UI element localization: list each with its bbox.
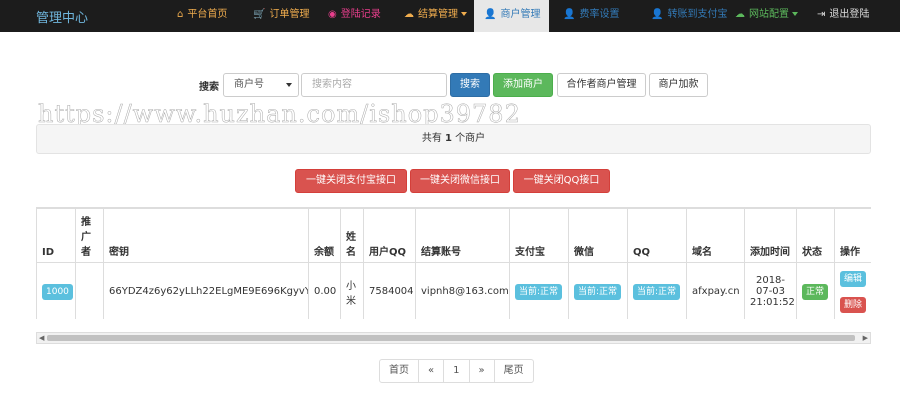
page-number[interactable]: 1: [443, 359, 470, 383]
user-icon: 👤: [484, 9, 497, 20]
edit-button[interactable]: 编辑: [840, 270, 867, 287]
count-prefix: 共有: [421, 133, 446, 144]
nav-item-5[interactable]: 👤 商户管理: [474, 0, 549, 32]
col-domain: 域名: [686, 208, 745, 263]
table-row: 1000 66YDZ4z6y62yLLh22ELgME9E696KgyvY 0.…: [36, 262, 871, 319]
nav-item-label: 费率设置: [579, 9, 620, 20]
scroll-left-icon[interactable]: ◀: [39, 334, 44, 342]
col-id: ID: [36, 208, 76, 263]
wechat-status-badge[interactable]: 当前:正常: [574, 283, 622, 300]
nav-item-label: 网站配置: [749, 9, 789, 20]
search-label: 搜索: [199, 82, 219, 93]
nav-item-6[interactable]: 👤 费率设置: [563, 0, 619, 32]
scroll-right-icon[interactable]: ▶: [863, 334, 868, 342]
merchant-id-badge[interactable]: 1000: [42, 283, 73, 300]
user-icon: 👤: [651, 9, 664, 20]
delete-button[interactable]: 删除: [840, 296, 867, 313]
col-qq: QQ: [627, 208, 687, 263]
qq-status-badge[interactable]: 当前:正常: [633, 283, 681, 300]
nav-item-8[interactable]: ☁ 网站配置: [735, 0, 798, 32]
nav-item-label: 结算管理: [418, 9, 458, 20]
promoter-cell: [75, 262, 104, 319]
count-suffix: 个商户: [451, 133, 486, 144]
merchant-count-panel: 共有 1 个商户: [36, 124, 871, 154]
close-qq-button[interactable]: 一键关闭QQ接口: [513, 169, 610, 193]
nav-item-4[interactable]: ☁ 结算管理: [404, 0, 467, 32]
col-wechat: 微信: [568, 208, 628, 263]
alipay-status-badge[interactable]: 当前:正常: [515, 283, 563, 300]
nav-item-label: 商户管理: [500, 9, 541, 20]
page-last[interactable]: 尾页: [493, 359, 534, 383]
nav-item-label: 平台首页: [187, 9, 228, 20]
pagination: 首页 « 1 » 尾页: [379, 359, 534, 383]
status-badge[interactable]: 正常: [802, 283, 829, 300]
col-status: 状态: [796, 208, 835, 263]
merchant-count: 1: [445, 133, 452, 144]
caret-down-icon: [461, 12, 467, 16]
domain-cell: afxpay.cn: [686, 262, 745, 319]
page-first[interactable]: 首页: [379, 359, 419, 383]
col-key: 密钥: [103, 208, 309, 263]
brand-title[interactable]: 管理中心: [36, 7, 88, 26]
key-cell: 66YDZ4z6y62yLLh22ELgME9E696KgyvY: [103, 262, 309, 319]
col-alipay: 支付宝: [509, 208, 569, 263]
nav-item-9[interactable]: ⇥ 退出登陆: [817, 0, 869, 32]
col-account: 结算账号: [415, 208, 510, 263]
merchant-table-container: ID 推广者 密钥 余额 姓名 用户QQ 结算账号 支付宝 微信 QQ 域名 添…: [36, 207, 871, 319]
close-wechat-button[interactable]: 一键关闭微信接口: [410, 169, 510, 193]
cart-icon: 🛒: [253, 9, 266, 20]
nav-item-label: 订单管理: [269, 9, 310, 20]
partner-merchant-button[interactable]: 合作者商户管理: [557, 73, 646, 97]
page-prev[interactable]: «: [418, 359, 445, 383]
search-button[interactable]: 搜索: [450, 73, 490, 97]
user-icon: 👤: [563, 9, 576, 20]
add-merchant-button[interactable]: 添加商户: [493, 73, 553, 97]
nav-item-label: 登陆记录: [340, 9, 381, 20]
nav-item-7[interactable]: 👤 转账到支付宝: [651, 0, 727, 32]
page-next[interactable]: »: [468, 359, 495, 383]
merchant-table: ID 推广者 密钥 余额 姓名 用户QQ 结算账号 支付宝 微信 QQ 域名 添…: [36, 208, 871, 319]
account-cell: vipnh8@163.com: [415, 262, 510, 319]
name-cell: 小米: [340, 262, 364, 319]
search-type-value: 商户号: [234, 79, 264, 90]
table-horizontal-scrollbar[interactable]: ◀ ▶: [36, 332, 871, 344]
cloud-icon: ☁: [735, 9, 745, 20]
home-icon: ⌂: [177, 9, 184, 20]
qq-cell: 7584004: [363, 262, 416, 319]
nav-item-3[interactable]: ◉ 登陆记录: [328, 0, 381, 32]
nav-item-1[interactable]: ⌂ 平台首页: [177, 0, 227, 32]
nav-item-2[interactable]: 🛒 订单管理: [253, 0, 309, 32]
col-promoter: 推广者: [75, 208, 104, 263]
scrollbar-thumb[interactable]: [47, 335, 855, 341]
merchant-topup-button[interactable]: 商户加款: [649, 73, 708, 97]
col-user-qq: 用户QQ: [363, 208, 416, 263]
col-balance: 余额: [308, 208, 341, 263]
nav-item-label: 退出登陆: [829, 9, 870, 20]
chevron-down-icon: [286, 83, 292, 87]
table-header-row: ID 推广者 密钥 余额 姓名 用户QQ 结算账号 支付宝 微信 QQ 域名 添…: [36, 208, 871, 263]
camera-icon: ◉: [328, 9, 337, 20]
cloud-icon: ☁: [404, 9, 414, 20]
col-added: 添加时间: [744, 208, 797, 263]
col-name: 姓名: [340, 208, 364, 263]
search-input[interactable]: 搜索内容: [301, 73, 447, 97]
close-alipay-button[interactable]: 一键关闭支付宝接口: [295, 169, 407, 193]
caret-down-icon: [792, 12, 798, 16]
col-actions: 操作: [834, 208, 871, 263]
added-time-cell: 2018-07-03 21:01:52: [744, 262, 797, 319]
logout-icon: ⇥: [817, 9, 826, 20]
top-navbar: 管理中心 ⌂ 平台首页 🛒 订单管理 ◉ 登陆记录 ☁ 结算管理 👤 商户管理 👤 费率设置 👤 转账到支…: [0, 0, 900, 32]
balance-cell: 0.00: [308, 262, 341, 319]
search-type-select[interactable]: 商户号: [223, 73, 299, 97]
nav-item-label: 转账到支付宝: [667, 9, 728, 20]
